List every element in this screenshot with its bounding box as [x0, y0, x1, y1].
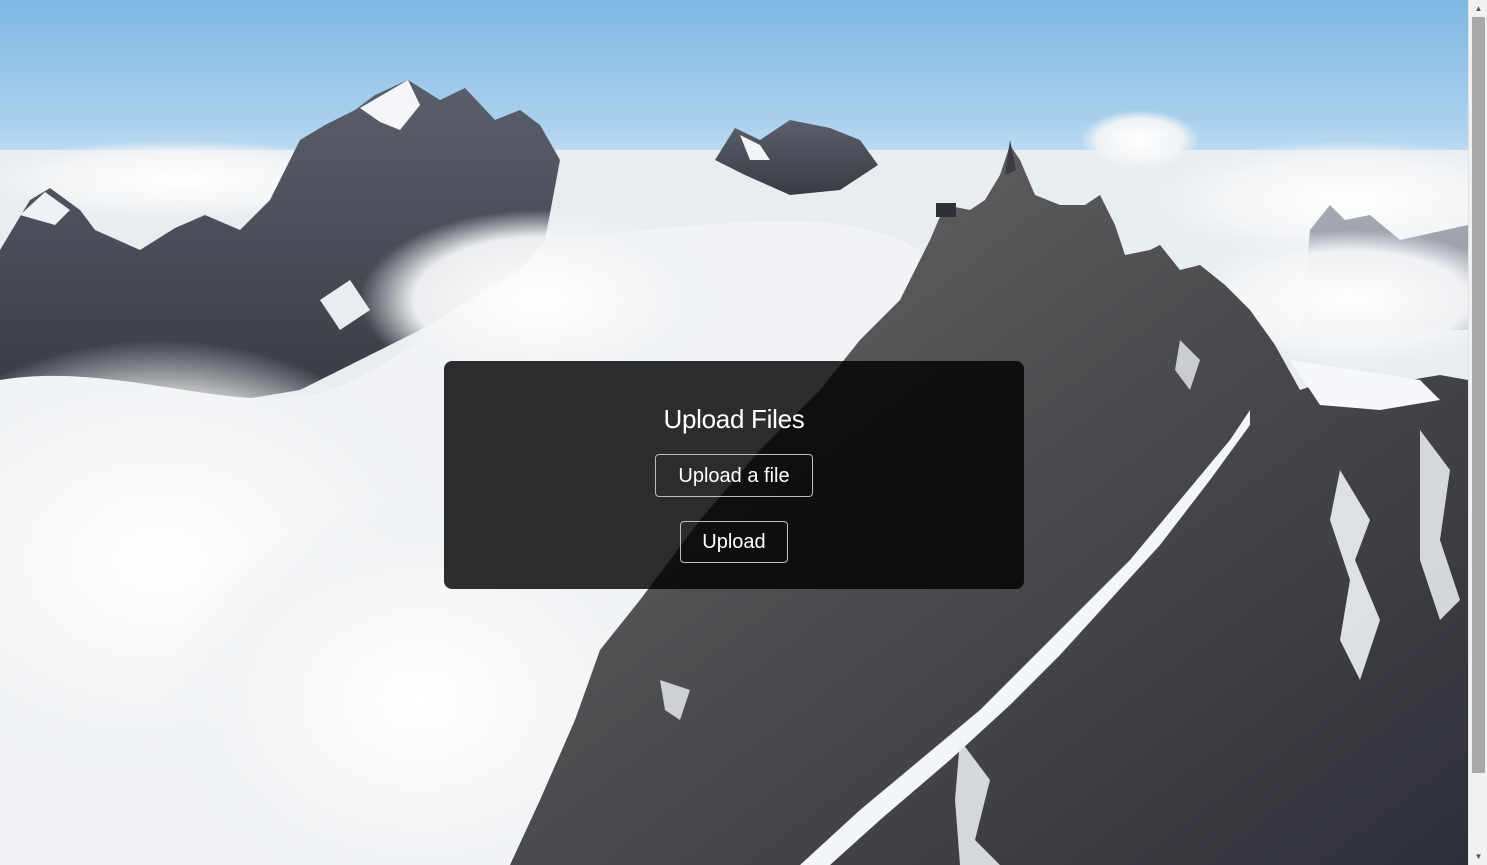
upload-a-file-button[interactable]: Upload a file — [655, 454, 813, 497]
page-viewport: Upload Files Upload a file Upload — [0, 0, 1468, 865]
vertical-scrollbar[interactable]: ▲ ▼ — [1468, 0, 1487, 865]
scroll-up-arrow-icon[interactable]: ▲ — [1469, 0, 1487, 17]
upload-panel: Upload Files Upload a file Upload — [444, 361, 1024, 589]
scroll-down-arrow-icon[interactable]: ▼ — [1469, 848, 1487, 865]
upload-button[interactable]: Upload — [680, 521, 788, 563]
panel-title: Upload Files — [663, 404, 805, 434]
scroll-thumb[interactable] — [1472, 17, 1485, 773]
